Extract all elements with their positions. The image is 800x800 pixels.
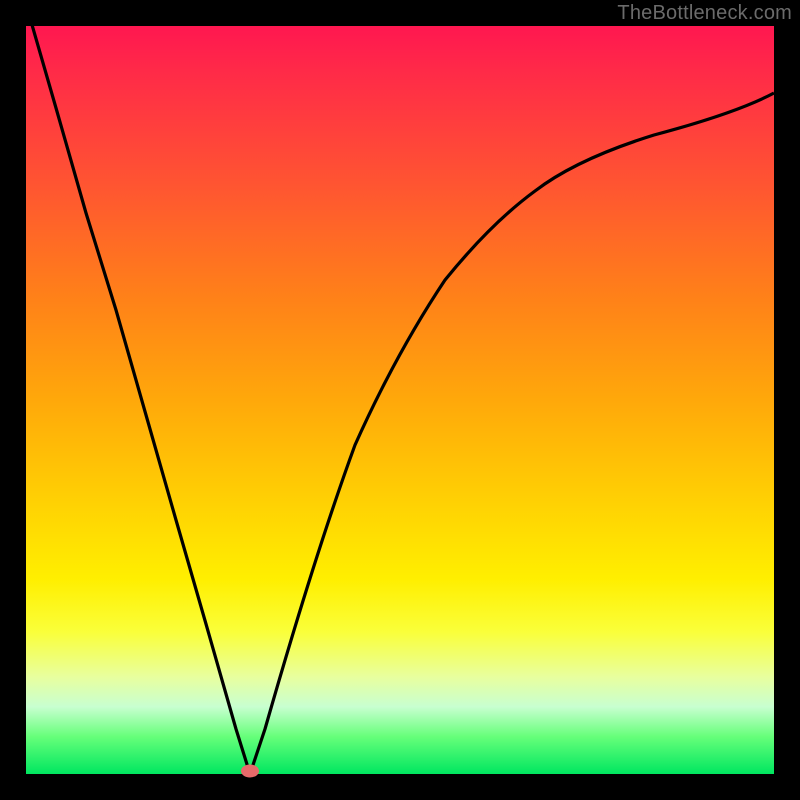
- curve-layer: [26, 26, 774, 774]
- watermark-text: TheBottleneck.com: [617, 2, 792, 25]
- plot-area: [26, 26, 774, 774]
- chart-frame: TheBottleneck.com: [0, 0, 800, 800]
- bottleneck-curve: [26, 26, 774, 774]
- minimum-marker: [241, 765, 259, 778]
